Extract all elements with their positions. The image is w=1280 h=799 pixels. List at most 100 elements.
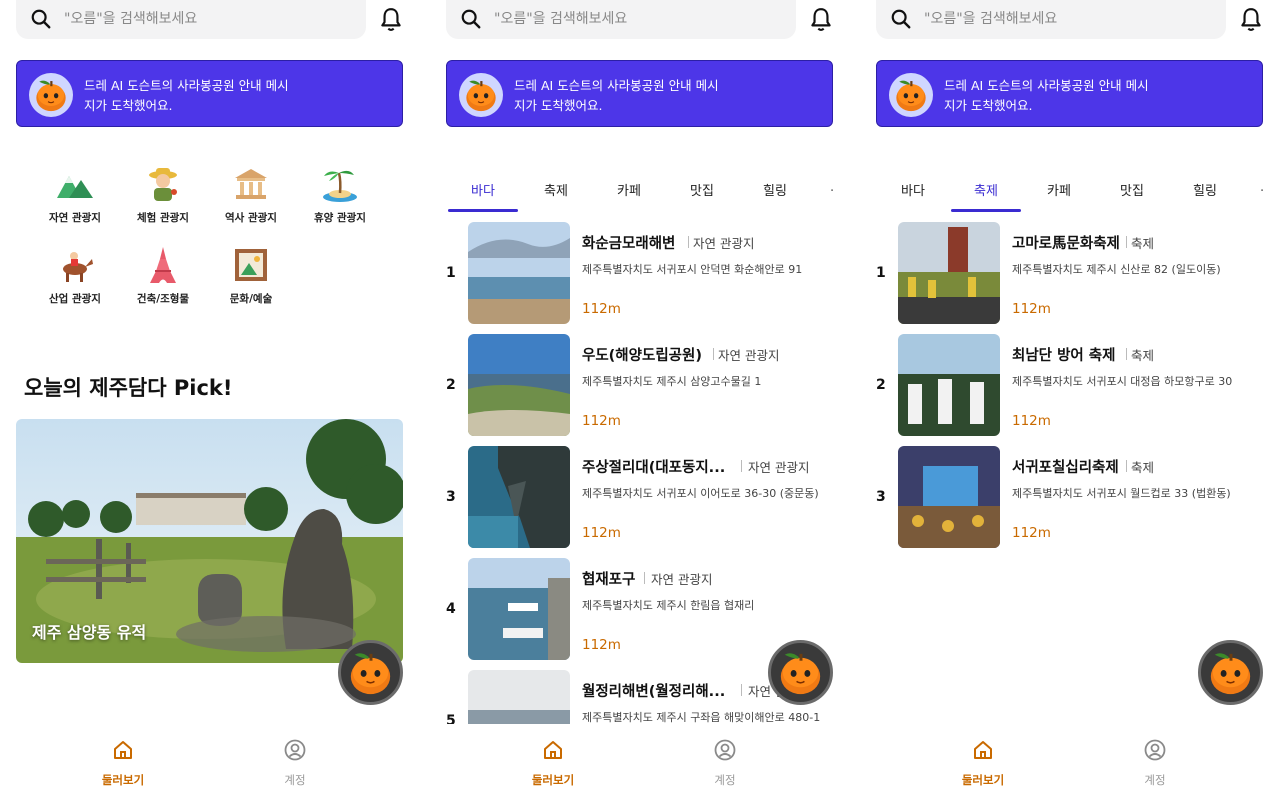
nav-home[interactable]: 둘러보기 — [493, 738, 613, 788]
list-item[interactable]: 1 고마로馬문화축제 축제 제주특별자치도 제주시 신산로 82 (일도이동) … — [860, 222, 1280, 326]
place-thumbnail — [898, 222, 1000, 324]
tower-icon — [150, 247, 176, 283]
place-thumbnail — [898, 334, 1000, 436]
place-thumbnail — [468, 222, 570, 324]
ai-docent-fab[interactable] — [768, 640, 833, 705]
account-icon — [284, 739, 306, 761]
ai-docent-banner[interactable]: 드레 AI 도슨트의 사라봉공원 안내 메시 지가 도착했어요. — [876, 60, 1263, 127]
tangerine-mascot-icon — [29, 73, 73, 117]
ai-docent-banner[interactable]: 드레 AI 도슨트의 사라봉공원 안내 메시 지가 도착했어요. — [446, 60, 833, 127]
search-input[interactable] — [64, 6, 354, 32]
place-name: 우도(해양도립공원) — [582, 348, 702, 364]
nav-account[interactable]: 계정 — [665, 738, 785, 788]
tab-restaurant[interactable]: 맛집 — [667, 180, 737, 199]
list-item[interactable]: 3 서귀포칠십리축제 축제 제주특별자치도 서귀포시 월드컵로 33 (법환동)… — [860, 446, 1280, 550]
search-icon — [461, 9, 481, 29]
category-industry[interactable]: 산업 관광지 — [30, 245, 120, 306]
place-distance: 112m — [582, 637, 621, 653]
home-icon — [544, 741, 562, 759]
bell-icon[interactable] — [808, 6, 834, 34]
banner-message: 드레 AI 도슨트의 사라봉공원 안내 메시 지가 도착했어요. — [514, 78, 719, 113]
place-thumbnail — [898, 446, 1000, 548]
tab-restaurant[interactable]: 맛집 — [1097, 180, 1167, 199]
active-tab-indicator — [448, 209, 518, 212]
separator — [1126, 236, 1127, 248]
home-icon — [974, 741, 992, 759]
tab-sea[interactable]: 바다 — [448, 180, 518, 199]
list-item[interactable]: 3 주상절리대(대포동지... 자연 관광지 제주특별자치도 서귀포시 이어도로… — [430, 446, 850, 550]
place-address: 제주특별자치도 서귀포시 대정읍 하모항구로 30 — [1012, 375, 1233, 388]
category-experience[interactable]: 체험 관광지 — [118, 164, 208, 225]
pick-section-title: 오늘의 제주담다 Pick! — [24, 376, 233, 400]
search-bar[interactable] — [446, 0, 796, 39]
bottom-nav: 둘러보기 계정 — [860, 728, 1280, 799]
tab-healing[interactable]: 힐링 — [1170, 180, 1240, 199]
banner-message: 드레 AI 도슨트의 사라봉공원 안내 메시 지가 도착했어요. — [84, 78, 289, 113]
nav-home[interactable]: 둘러보기 — [63, 738, 183, 788]
tab-more[interactable]: . — [1260, 180, 1264, 195]
place-address: 제주특별자치도 제주시 신산로 82 (일도이동) — [1012, 263, 1221, 276]
category-culture-art[interactable]: 문화/예술 — [206, 245, 296, 306]
ai-docent-fab[interactable] — [338, 640, 403, 705]
place-type: 축제 — [1131, 348, 1155, 363]
ai-docent-banner[interactable]: 드레 AI 도슨트의 사라봉공원 안내 메시 지가 도착했어요. — [16, 60, 403, 127]
separator — [1126, 348, 1127, 360]
category-history[interactable]: 역사 관광지 — [206, 164, 296, 225]
tab-more[interactable]: . — [830, 180, 834, 195]
pick-card[interactable]: 제주 삼양동 유적 — [16, 419, 403, 663]
island-icon — [323, 170, 357, 202]
place-address: 제주특별자치도 서귀포시 안덕면 화순해안로 91 — [582, 263, 803, 276]
pick-place-name: 제주 삼양동 유적 — [32, 623, 147, 642]
classical-building-icon — [235, 169, 267, 199]
list-item[interactable]: 2 최남단 방어 축제 축제 제주특별자치도 서귀포시 대정읍 하모항구로 30… — [860, 334, 1280, 438]
separator — [713, 348, 714, 360]
category-architecture[interactable]: 건축/조형물 — [118, 245, 208, 306]
place-name: 협재포구 — [582, 572, 636, 588]
search-bar[interactable] — [876, 0, 1226, 39]
place-name: 최남단 방어 축제 — [1012, 348, 1116, 364]
list-item[interactable]: 1 화순금모래해변 자연 관광지 제주특별자치도 서귀포시 안덕면 화순해안로 … — [430, 222, 850, 326]
category-nature[interactable]: 자연 관광지 — [30, 164, 120, 225]
category-tabs: 바다 축제 카페 맛집 힐링 . — [878, 170, 1280, 214]
tab-festival[interactable]: 축제 — [521, 180, 591, 199]
mountain-icon — [57, 176, 93, 198]
tab-cafe[interactable]: 카페 — [1024, 180, 1094, 199]
horse-racing-icon — [63, 252, 93, 282]
place-name: 월정리해변(월정리해... — [582, 684, 726, 700]
search-input[interactable] — [494, 6, 784, 32]
tangerine-mascot-icon — [341, 643, 400, 702]
search-input[interactable] — [924, 6, 1214, 32]
place-type: 축제 — [1131, 460, 1155, 475]
place-distance: 112m — [582, 301, 621, 317]
tab-festival[interactable]: 축제 — [951, 180, 1021, 199]
search-bar[interactable] — [16, 0, 366, 39]
list-item[interactable]: 2 우도(해양도립공원) 자연 관광지 제주특별자치도 제주시 삼양고수물길 1… — [430, 334, 850, 438]
bell-icon[interactable] — [1238, 6, 1264, 34]
nav-account[interactable]: 계정 — [235, 738, 355, 788]
place-type: 자연 관광지 — [718, 348, 780, 363]
category-resort[interactable]: 휴양 관광지 — [295, 164, 385, 225]
bell-icon[interactable] — [378, 6, 404, 34]
place-type: 자연 관광지 — [693, 236, 755, 251]
search-icon — [891, 9, 911, 29]
place-name: 화순금모래해변 — [582, 236, 676, 252]
tab-sea[interactable]: 바다 — [878, 180, 948, 199]
separator — [688, 236, 689, 248]
place-address: 제주특별자치도 제주시 구좌읍 해맞이해안로 480-1 — [582, 711, 821, 724]
place-distance: 112m — [582, 525, 621, 541]
account-icon — [1144, 739, 1166, 761]
place-name: 주상절리대(대포동지... — [582, 460, 726, 476]
place-address: 제주특별자치도 제주시 삼양고수물길 1 — [582, 375, 762, 388]
place-thumbnail — [468, 334, 570, 436]
tab-cafe[interactable]: 카페 — [594, 180, 664, 199]
ai-docent-fab[interactable] — [1198, 640, 1263, 705]
home-icon — [114, 741, 132, 759]
nav-account[interactable]: 계정 — [1095, 738, 1215, 788]
tab-healing[interactable]: 힐링 — [740, 180, 810, 199]
separator — [1126, 460, 1127, 472]
place-thumbnail — [468, 558, 570, 660]
category-tabs: 바다 축제 카페 맛집 힐링 . — [448, 170, 850, 214]
nav-home[interactable]: 둘러보기 — [923, 738, 1043, 788]
separator — [741, 684, 742, 696]
place-distance: 112m — [1012, 413, 1051, 429]
